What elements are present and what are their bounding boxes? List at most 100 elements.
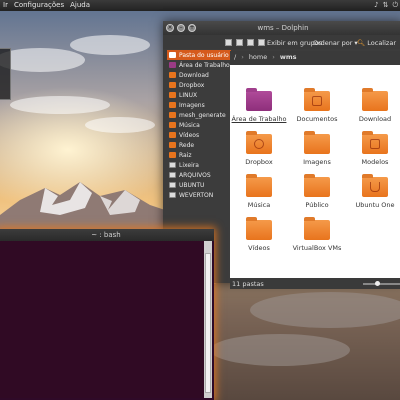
status-bar: 11 pastas (230, 278, 400, 289)
zoom-slider[interactable] (363, 281, 400, 286)
zoom-slider-handle[interactable] (375, 281, 380, 286)
root-crumb[interactable]: / (234, 53, 236, 61)
file-label: Dropbox (245, 158, 273, 166)
file-item-download[interactable]: Download (346, 88, 400, 123)
file-item-area-de-trabalho[interactable]: Área de Trabalho (230, 88, 288, 123)
sidebar-item-label: Área de Trabalho (179, 61, 230, 69)
file-item-documentos[interactable]: Documentos (288, 88, 346, 123)
sidebar-item-label: Rede (179, 141, 195, 149)
file-label: Área de Trabalho (231, 115, 287, 123)
terminal-scrollbar[interactable] (204, 241, 212, 398)
trash-icon (169, 162, 176, 168)
drive-icon (169, 182, 176, 188)
sidebar-item-download[interactable]: Download (167, 70, 231, 80)
dolphin-titlebar[interactable]: × – + wms – Dolphin (163, 21, 400, 35)
sort-by-button[interactable]: Ordenar por ▾ (313, 38, 358, 47)
sidebar-item-mesh-generate[interactable]: mesh_generate (167, 110, 231, 120)
file-item-musica[interactable]: Música (230, 174, 288, 209)
menu-item-configuracoes[interactable]: Configurações (14, 0, 64, 11)
dolphin-toolbar: Exibir em grupos Ordenar por ▾ 🔍︎ Locali… (163, 35, 400, 49)
terminal-titlebar[interactable]: ~ : bash (0, 229, 214, 241)
menu-item-ir[interactable]: Ir (3, 0, 8, 11)
folder-icon (169, 92, 176, 98)
chevron-right-icon: › (241, 53, 244, 61)
desktop-widget-panel[interactable] (0, 48, 11, 100)
sidebar-item-videos[interactable]: Vídeos (167, 130, 231, 140)
sidebar-item-linux[interactable]: LINUX (167, 90, 231, 100)
icons-view-button[interactable] (225, 38, 232, 47)
file-item-virtualbox-vms[interactable]: VirtualBox VMs (288, 217, 346, 252)
sidebar-item-home[interactable]: Pasta do usuário (167, 50, 231, 60)
templates-folder-icon (362, 131, 388, 154)
sidebar-item-weverton[interactable]: WEVERTON (167, 190, 231, 200)
network-folder-icon (169, 142, 176, 148)
breadcrumb-home[interactable]: home (249, 53, 267, 61)
sidebar-item-label: Raiz (179, 151, 192, 159)
file-item-modelos[interactable]: Modelos (346, 131, 400, 166)
details-view-icon (236, 39, 243, 46)
top-menubar: Ir Configurações Ajuda ♪ ⇅ ⏻ (0, 0, 400, 11)
music-folder-icon (246, 174, 272, 197)
file-label: Ubuntu One (355, 201, 395, 209)
power-icon[interactable]: ⏻ (392, 1, 398, 10)
sidebar-item-ubuntu[interactable]: UBUNTU (167, 180, 231, 190)
sidebar-item-lixeira[interactable]: Lixeira (167, 160, 231, 170)
folder-icon (169, 122, 176, 128)
sidebar-item-label: mesh_generate (179, 111, 226, 119)
drive-icon (169, 172, 176, 178)
breadcrumb-wms[interactable]: wms (280, 53, 297, 61)
network-icon[interactable]: ⇅ (383, 1, 389, 10)
sidebar-item-label: Lixeira (179, 161, 199, 169)
sidebar-item-label: ARQUIVOS (179, 171, 211, 179)
file-item-dropbox[interactable]: Dropbox (230, 131, 288, 166)
desktop-folder-icon (246, 88, 272, 111)
dropbox-folder-icon (246, 131, 272, 154)
file-label: VirtualBox VMs (292, 244, 342, 252)
sidebar-item-arquivos[interactable]: ARQUIVOS (167, 170, 231, 180)
sidebar-item-raiz[interactable]: Raiz (167, 150, 231, 160)
system-tray: ♪ ⇅ ⏻ (374, 1, 398, 10)
sort-by-label: Ordenar por (313, 38, 353, 47)
grid-view-icon (225, 39, 232, 46)
sidebar-item-rede[interactable]: Rede (167, 140, 231, 150)
details-view-button[interactable] (236, 38, 243, 47)
file-label: Público (305, 201, 329, 209)
documents-folder-icon (304, 88, 330, 111)
status-text: 11 pastas (232, 279, 264, 288)
sidebar-item-musica[interactable]: Música (167, 120, 231, 130)
file-label: Modelos (361, 158, 389, 166)
file-item-videos[interactable]: Vídeos (230, 217, 288, 252)
columns-view-button[interactable] (247, 38, 254, 47)
desktop-icon (169, 62, 176, 68)
sidebar-item-imagens[interactable]: Imagens (167, 100, 231, 110)
download-folder-icon (362, 88, 388, 111)
terminal-output[interactable] (0, 241, 204, 398)
sidebar-item-desktop[interactable]: Área de Trabalho (167, 60, 231, 70)
file-grid: Área de Trabalho Documentos Download Dro… (230, 65, 400, 278)
file-item-imagens[interactable]: Imagens (288, 131, 346, 166)
file-label: Imagens (303, 158, 331, 166)
file-label: Download (358, 115, 392, 123)
sidebar-item-label: WEVERTON (179, 191, 214, 199)
menu-item-ajuda[interactable]: Ajuda (70, 0, 90, 11)
home-icon (169, 52, 176, 58)
root-folder-icon (169, 152, 176, 158)
scrollbar-thumb[interactable] (205, 253, 211, 393)
find-button[interactable]: 🔍︎ Localizar (357, 38, 396, 47)
sidebar-item-dropbox[interactable]: Dropbox (167, 80, 231, 90)
public-folder-icon (304, 174, 330, 197)
sidebar-item-label: Dropbox (179, 81, 205, 89)
volume-icon[interactable]: ♪ (374, 1, 378, 10)
columns-view-icon (247, 39, 254, 46)
file-label: Vídeos (248, 244, 270, 252)
groups-icon (258, 39, 265, 46)
places-panel: Pasta do usuário Área de Trabalho Downlo… (167, 50, 231, 230)
sidebar-item-label: LINUX (179, 91, 198, 99)
file-item-ubuntu-one[interactable]: Ubuntu One (346, 174, 400, 209)
chevron-right-icon: › (272, 53, 275, 61)
breadcrumb: / › home › wms (230, 51, 400, 63)
search-icon: 🔍︎ (357, 38, 366, 47)
file-label: Música (247, 201, 271, 209)
sidebar-item-label: Pasta do usuário (179, 51, 229, 59)
file-item-publico[interactable]: Público (288, 174, 346, 209)
